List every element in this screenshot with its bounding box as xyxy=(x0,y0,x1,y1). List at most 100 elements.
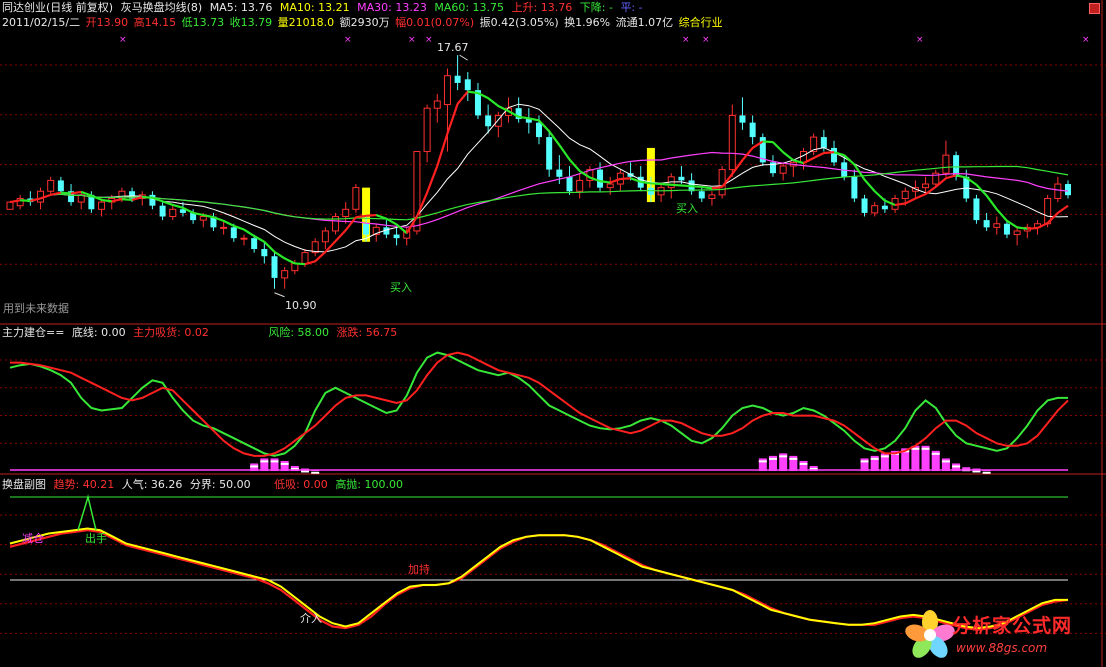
amount-value: 额2930万 xyxy=(339,16,390,29)
absorb-bar-highlight xyxy=(758,460,767,463)
main-kline-panel[interactable]: × × × × × × × × 同达创业(日线 前复权) 灰马换盘均线(8) MA5: 13.… xyxy=(0,0,1106,325)
trend-line-segment xyxy=(518,115,529,120)
indicator-name: 灰马换盘均线(8) xyxy=(120,1,203,14)
candle-body-down xyxy=(678,176,685,181)
ind1-header: 主力建仓== 底线: 0.00 主力吸货: 0.02 风险: 58.00 涨跌:… xyxy=(2,326,401,340)
absorb-bar-highlight xyxy=(921,447,930,450)
candle-body-up xyxy=(922,183,930,189)
turnover-indicator-panel[interactable]: 换盘副图 趋势: 40.21 人气: 36.26 分界: 50.00 低吸: 0… xyxy=(0,475,1106,667)
trend-line-segment xyxy=(60,191,72,195)
trend-line-segment xyxy=(142,195,153,199)
trend-line-segment xyxy=(599,180,611,184)
risk-line xyxy=(9,351,1068,457)
candle-body-up xyxy=(301,252,309,264)
candle-body-up xyxy=(342,208,350,218)
absorb-bar-highlight xyxy=(880,455,889,458)
trend-line-segment xyxy=(1057,204,1069,214)
absorb-bar-highlight xyxy=(972,470,981,473)
trend-line-segment xyxy=(446,103,459,134)
signal-x-icon: × xyxy=(344,35,352,45)
ind1-base: 底线: 0.00 xyxy=(71,326,126,339)
absorb-bar-highlight xyxy=(779,455,788,458)
close-icon[interactable] xyxy=(1089,3,1100,14)
absorb-bar xyxy=(758,458,767,471)
candle-body-down xyxy=(973,198,980,221)
absorb-bar-highlight xyxy=(799,462,808,465)
signal-x-icon: × xyxy=(916,35,924,45)
candle-body-up xyxy=(718,169,726,196)
trend-line-segment xyxy=(813,151,825,160)
candle-body-down xyxy=(556,169,563,177)
amplitude-value: 振0.42(3.05%) xyxy=(479,16,559,29)
buy-label-2: 买入 xyxy=(676,202,698,215)
candle-body-up xyxy=(942,154,950,174)
trough-label: 10.90 xyxy=(285,299,317,312)
candle-body-down xyxy=(464,79,471,91)
trend-line-segment xyxy=(945,174,957,180)
candle-body-up xyxy=(98,201,106,210)
watermark: 分析家公式网 www.88gs.com xyxy=(900,605,1100,663)
sell-signal-mark xyxy=(77,494,97,531)
accumulation-indicator-panel[interactable]: 主力建仓== 底线: 0.00 主力吸货: 0.02 风险: 58.00 涨跌:… xyxy=(0,325,1106,475)
signal-x-icon: × xyxy=(425,35,433,45)
future-data-note: 用到未来数据 xyxy=(3,302,69,315)
trend-line-segment xyxy=(456,90,469,105)
trend-line-segment xyxy=(995,208,1008,222)
ma30-value: MA30: 13.23 xyxy=(357,1,427,14)
kline-chart[interactable]: × × × × × × × × xyxy=(0,0,1106,325)
change-value: 幅0.01(0.07%) xyxy=(395,16,475,29)
candle-body-up xyxy=(321,230,329,243)
absorb-bar-highlight xyxy=(311,471,320,474)
float-value: 流通1.07亿 xyxy=(615,16,674,29)
ind2-title: 换盘副图 xyxy=(2,478,46,491)
candle-body-up xyxy=(240,237,248,240)
trend-line-segment xyxy=(650,182,662,186)
ind1-absorb: 主力吸货: 0.02 xyxy=(133,326,209,339)
candle-body-up xyxy=(1054,183,1062,199)
watermark-title: 分析家公式网 xyxy=(952,615,1073,637)
sell-label: 出手 xyxy=(85,532,107,545)
candle-body-down xyxy=(1065,184,1071,196)
accumulation-chart[interactable] xyxy=(0,325,1106,475)
candle-body-up xyxy=(728,114,736,171)
trend-line-segment xyxy=(436,133,449,167)
trend-line-segment xyxy=(223,219,235,227)
trend-line-segment xyxy=(355,214,367,219)
ind2-low: 低吸: 0.00 xyxy=(274,478,328,491)
trend-line-segment xyxy=(955,174,967,179)
candle-body-down xyxy=(983,220,990,228)
trend-line-segment xyxy=(873,190,886,202)
absorb-bar xyxy=(260,458,269,471)
main-header-line1: 同达创业(日线 前复权) 灰马换盘均线(8) MA5: 13.76 MA10: … xyxy=(2,1,647,15)
trend-line-segment xyxy=(671,183,682,187)
absorb-bar-highlight xyxy=(768,457,777,460)
absorb-bar xyxy=(941,458,950,471)
trend-line-segment xyxy=(426,165,439,194)
absorb-bar-highlight xyxy=(870,457,879,460)
candle-body-up xyxy=(47,179,55,192)
candle-body-down xyxy=(536,122,542,138)
trend-line-segment xyxy=(620,177,631,181)
trend-line-segment xyxy=(284,257,296,265)
ma60-value: MA60: 13.75 xyxy=(434,1,505,14)
absorb-bar xyxy=(270,458,279,471)
ind2-pop: 人气: 36.26 xyxy=(121,478,183,491)
absorb-bar-highlight xyxy=(941,460,950,463)
candle-body-up xyxy=(708,194,716,199)
absorb-bar-highlight xyxy=(270,460,279,463)
signal-x-icon: × xyxy=(408,35,416,45)
trend-line-segment xyxy=(365,213,377,217)
trend-line-segment xyxy=(121,198,133,202)
trend-line-segment xyxy=(334,229,347,242)
trend-line-segment xyxy=(681,184,692,188)
peak-label: 17.67 xyxy=(437,41,469,54)
absorb-bar-highlight xyxy=(260,460,269,463)
absorb-bar-highlight xyxy=(301,470,310,473)
trend-line-segment xyxy=(1016,226,1028,230)
candle-body-up xyxy=(6,201,14,210)
absorb-bar xyxy=(860,458,869,471)
absorb-bar-highlight xyxy=(860,460,869,463)
signal-x-icon: × xyxy=(702,35,710,45)
sector-value: 综合行业 xyxy=(678,16,723,29)
ma30-line xyxy=(9,151,1069,228)
